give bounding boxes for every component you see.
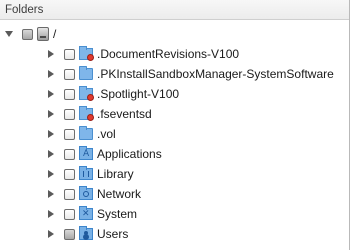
drive-icon <box>37 27 49 41</box>
tree-row[interactable]: .PKInstallSandboxManager-SystemSoftware <box>0 64 349 84</box>
tree-row[interactable]: Network <box>0 184 349 204</box>
folder-checkbox[interactable] <box>64 68 75 80</box>
disclosure-triangle-collapsed-icon[interactable] <box>46 109 56 119</box>
tree-row-root[interactable]: / <box>0 24 349 44</box>
tree-row[interactable]: .vol <box>0 124 349 144</box>
tree-row-label: Applications <box>97 147 162 161</box>
disclosure-triangle-collapsed-icon[interactable] <box>46 229 56 239</box>
disclosure-triangle-collapsed-icon[interactable] <box>46 129 56 139</box>
tree-row[interactable]: System <box>0 204 349 224</box>
tree-row[interactable]: .fseventsd <box>0 104 349 124</box>
disclosure-triangle-collapsed-icon[interactable] <box>46 69 56 79</box>
folder-checkbox[interactable] <box>64 88 75 100</box>
folder-icon <box>79 126 93 140</box>
disclosure-triangle-expanded-icon[interactable] <box>4 29 14 39</box>
tree-row-label: Library <box>97 167 134 181</box>
tree-row[interactable]: Library <box>0 164 349 184</box>
users-folder-icon <box>79 226 93 240</box>
folders-header: Folders <box>0 0 349 20</box>
network-folder-icon <box>79 186 93 200</box>
tree-row-label: / <box>53 27 57 41</box>
folder-restricted-icon <box>79 106 94 121</box>
tree-row-label: .Spotlight-V100 <box>97 87 180 101</box>
folder-checkbox[interactable] <box>64 228 75 240</box>
tree-row-label: System <box>97 207 138 221</box>
tree-row[interactable]: Applications <box>0 144 349 164</box>
tree-row[interactable]: .DocumentRevisions-V100 <box>0 44 349 64</box>
folder-checkbox[interactable] <box>64 208 75 220</box>
system-folder-icon <box>79 206 93 220</box>
folder-checkbox[interactable] <box>64 148 75 160</box>
disclosure-triangle-collapsed-icon[interactable] <box>46 89 56 99</box>
folder-icon <box>79 66 93 80</box>
disclosure-triangle-collapsed-icon[interactable] <box>46 49 56 59</box>
folder-restricted-icon <box>79 46 94 61</box>
apps-folder-icon <box>79 146 93 160</box>
tree-row-label: Users <box>97 227 129 241</box>
tree-row[interactable]: .Spotlight-V100 <box>0 84 349 104</box>
tree-row[interactable]: Users <box>0 224 349 244</box>
disclosure-triangle-collapsed-icon[interactable] <box>46 169 56 179</box>
folder-checkbox[interactable] <box>64 48 75 60</box>
tree-row-label: .vol <box>97 127 116 141</box>
library-folder-icon <box>79 166 93 180</box>
tree-row-label: .DocumentRevisions-V100 <box>97 47 240 61</box>
disclosure-triangle-collapsed-icon[interactable] <box>46 149 56 159</box>
folder-checkbox[interactable] <box>64 188 75 200</box>
disclosure-triangle-collapsed-icon[interactable] <box>46 209 56 219</box>
tree-row-label: .PKInstallSandboxManager-SystemSoftware <box>97 67 334 81</box>
folder-checkbox[interactable] <box>64 168 75 180</box>
folder-restricted-icon <box>79 86 94 101</box>
tree-row-label: .fseventsd <box>97 107 152 121</box>
folder-checkbox[interactable] <box>64 128 75 140</box>
folders-panel: Folders / .DocumentRevisions-V100 .PKInst… <box>0 0 350 250</box>
disclosure-triangle-collapsed-icon[interactable] <box>46 189 56 199</box>
folder-checkbox[interactable] <box>64 108 75 120</box>
tree-row-label: Network <box>97 187 142 201</box>
folder-tree: / .DocumentRevisions-V100 .PKInstallSandb… <box>0 20 349 244</box>
root-checkbox[interactable] <box>22 28 33 40</box>
